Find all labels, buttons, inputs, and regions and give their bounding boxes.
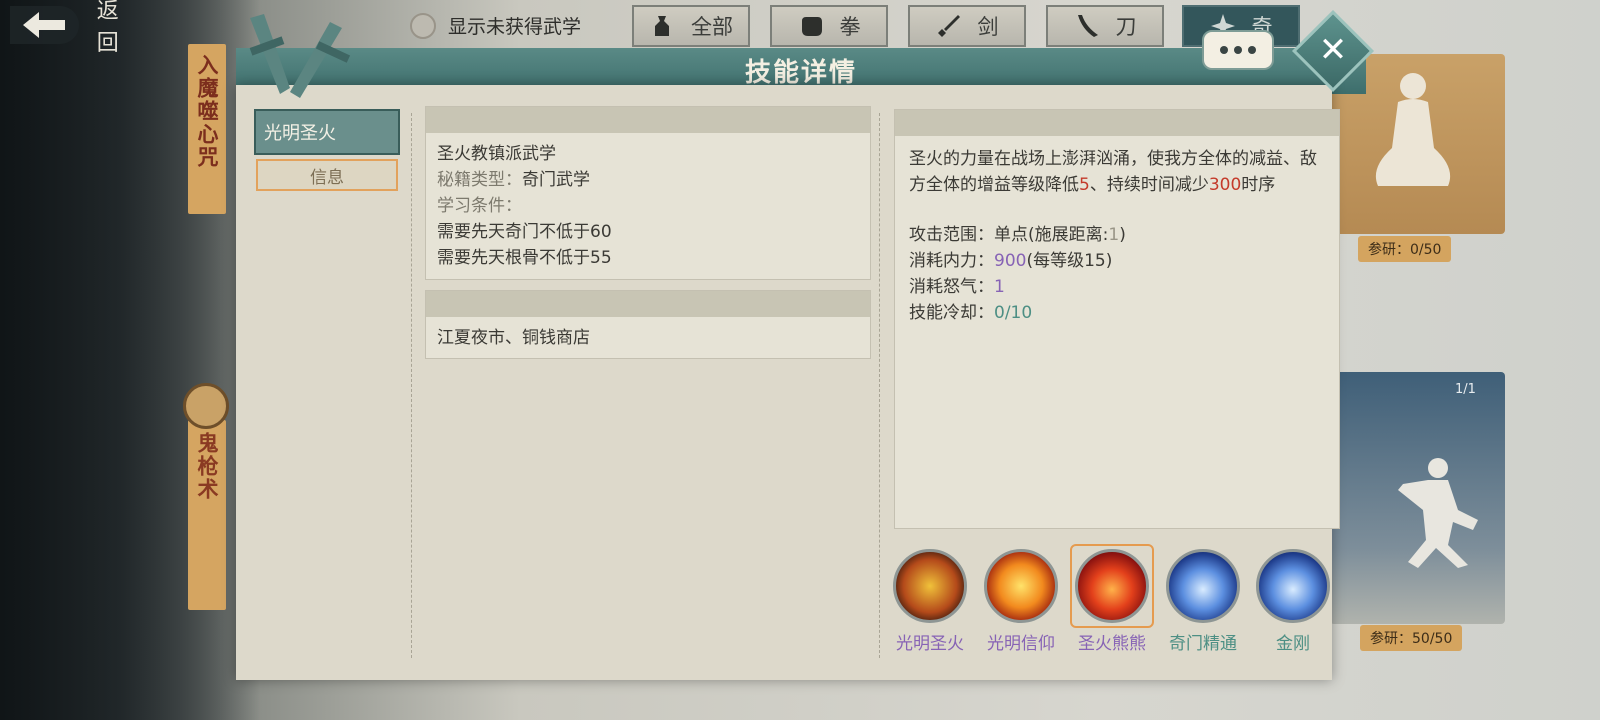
divider	[879, 113, 880, 658]
dialog-title: 技能详情	[744, 58, 857, 88]
selection-frame	[1070, 544, 1154, 628]
skill-name: 奇门精通	[1169, 634, 1237, 654]
shuriken-icon	[183, 383, 229, 429]
skill-icon-slot[interactable]: 圣火熊熊	[1070, 544, 1154, 654]
close-icon: ✕	[1318, 30, 1348, 70]
panel-header	[426, 107, 870, 133]
skill-stats: 攻击范围：单点(施展距离:1) 消耗内力：900(每等级15) 消耗怒气：1 技…	[895, 198, 1339, 326]
skill-name: 光明信仰	[987, 634, 1055, 654]
skill-list-item[interactable]: 光明圣火	[254, 109, 400, 155]
show-unobtained-toggle[interactable]: 显示未获得武学	[410, 12, 581, 39]
blade-icon	[1077, 15, 1098, 37]
mp-cost-line: 消耗内力：900(每等级15)	[909, 251, 1113, 271]
show-unobtained-label: 显示未获得武学	[448, 16, 582, 38]
tab-sword[interactable]: 剑	[908, 5, 1026, 47]
tab-info[interactable]: 信息	[256, 159, 398, 191]
school-text: 圣火教镇派武学	[437, 144, 556, 164]
skill-icon-slot[interactable]: 奇门精通	[1163, 549, 1243, 654]
tab-label: 刀	[1115, 15, 1137, 39]
book-type-value: 奇门武学	[522, 170, 590, 190]
tab-label: 全部	[691, 15, 733, 39]
back-arrow-icon	[10, 6, 79, 44]
source-panel: 江夏夜市、铜钱商店	[425, 290, 871, 359]
martial-card-label: 鬼枪术	[195, 432, 219, 501]
divider	[411, 113, 412, 658]
back-button[interactable]: 返回	[10, 0, 140, 56]
sword-icon	[937, 15, 960, 37]
tab-label: 拳	[839, 15, 861, 39]
skill-name: 金刚	[1276, 634, 1310, 654]
skill-icon-slot[interactable]: 光明圣火	[890, 549, 970, 654]
requirement-item: 需要先天根骨不低于55	[437, 248, 612, 268]
skill-name: 光明圣火	[896, 634, 964, 654]
fist-icon	[801, 17, 822, 36]
panel-header	[895, 110, 1339, 136]
requirement-heading: 学习条件：	[437, 196, 522, 216]
vajra-aura-icon	[1256, 549, 1330, 623]
tab-blade[interactable]: 刀	[1046, 5, 1164, 47]
skill-icon-slot[interactable]: 光明信仰	[981, 549, 1061, 654]
holy-fire-icon	[893, 549, 967, 623]
book-type-line: 秘籍类型：奇门武学	[426, 167, 870, 193]
requirement-item: 需要先天奇门不低于60	[437, 222, 612, 242]
description-panel: 圣火的力量在战场上澎湃汹涌，使我方全体的减益、敌方全体的增益等级降低5、持续时间…	[894, 109, 1340, 529]
rage-cost-line: 消耗怒气：1	[909, 277, 1005, 297]
sun-orb-icon	[984, 549, 1058, 623]
skill-name: 圣火熊熊	[1078, 634, 1146, 654]
cooldown-line: 技能冷却：0/10	[909, 303, 1033, 323]
tab-label: 剑	[977, 15, 999, 39]
panel-header	[426, 291, 870, 317]
bag-icon	[655, 16, 669, 36]
tab-fist[interactable]: 拳	[770, 5, 888, 47]
skill-icon-slot[interactable]: 金刚	[1253, 549, 1333, 654]
range-line: 攻击范围：单点(施展距离:1)	[909, 225, 1126, 245]
source-text: 江夏夜市、铜钱商店	[437, 328, 590, 348]
book-type-label: 秘籍类型：	[437, 170, 522, 190]
chat-bubble-icon[interactable]	[1202, 30, 1274, 70]
crossed-swords-icon	[249, 14, 351, 98]
martial-card-label: 入魔噬心咒	[195, 54, 219, 169]
basic-info-panel: 圣火教镇派武学 秘籍类型：奇门武学 学习条件： 需要先天奇门不低于60 需要先天…	[425, 106, 871, 280]
back-label: 返回	[96, 0, 119, 56]
checkbox[interactable]	[410, 12, 436, 39]
research-progress: 参研：0/50	[1358, 236, 1452, 262]
research-progress: 参研：50/50	[1360, 625, 1463, 651]
meditating-figure-icon	[1375, 73, 1451, 186]
skill-description: 圣火的力量在战场上澎湃汹涌，使我方全体的减益、敌方全体的增益等级降低5、持续时间…	[909, 149, 1317, 195]
tab-all[interactable]: 全部	[632, 5, 750, 47]
book-count: 1/1	[1455, 382, 1476, 397]
fighter-figure-icon	[1398, 458, 1478, 568]
meditation-aura-icon	[1166, 549, 1240, 623]
